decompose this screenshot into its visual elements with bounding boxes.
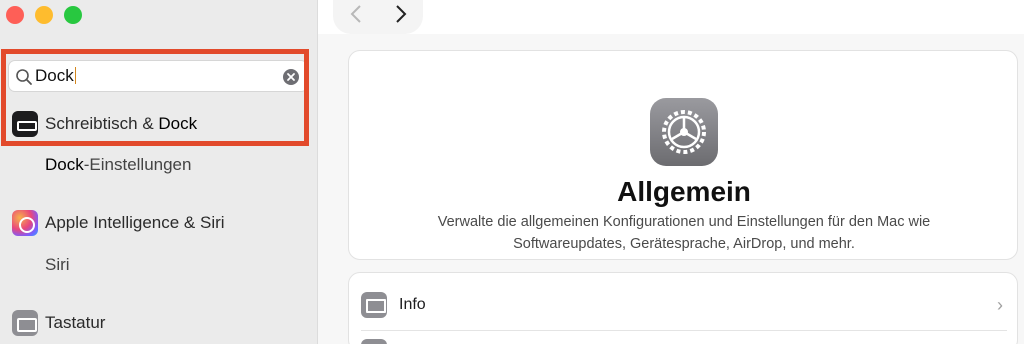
next-item-icon	[361, 339, 387, 344]
sidebar-item-label: Schreibtisch & Dock	[45, 114, 198, 133]
back-button[interactable]	[349, 4, 363, 30]
gear-icon	[650, 98, 718, 166]
chevron-right-icon: ›	[997, 294, 1003, 315]
sidebar-item-tastatur[interactable]: Tastatur	[12, 308, 105, 338]
forward-button[interactable]	[394, 4, 408, 30]
sidebar-subitem-siri[interactable]: Siri	[45, 252, 70, 278]
sidebar-item-label: Apple Intelligence & Siri	[45, 213, 225, 232]
list-item-label: Info	[399, 296, 426, 313]
window-controls	[6, 6, 82, 24]
navigation-buttons	[333, 0, 423, 34]
minimize-button[interactable]	[35, 6, 53, 24]
main-content: Allgemein Verwalte die allgemeinen Konfi…	[318, 34, 1024, 344]
sidebar-subitem-dock-einstellungen[interactable]: Dock -Einstellungen	[45, 152, 191, 178]
page-description: Verwalte die allgemeinen Konfigurationen…	[437, 214, 931, 252]
sidebar: Dock Schreibtisch & Dock Dock -Einstellun…	[0, 0, 318, 344]
sidebar-item-label: Tastatur	[45, 313, 106, 332]
apple-intelligence-icon	[12, 210, 38, 236]
dock-icon	[12, 111, 38, 137]
header-card: Allgemein Verwalte die allgemeinen Konfi…	[348, 50, 1018, 260]
keyboard-icon	[12, 310, 38, 336]
zoom-button[interactable]	[64, 6, 82, 24]
divider	[361, 330, 1007, 331]
list-item-info[interactable]: Info ›	[349, 285, 1019, 325]
close-button[interactable]	[6, 6, 24, 24]
laptop-icon	[361, 292, 387, 318]
sidebar-item-apple-intelligence-siri[interactable]: Apple Intelligence & Siri	[12, 208, 225, 238]
sidebar-item-schreibtisch-dock[interactable]: Schreibtisch & Dock	[12, 109, 197, 139]
settings-list: Info ›	[348, 272, 1018, 344]
page-title: Allgemein	[617, 176, 751, 207]
